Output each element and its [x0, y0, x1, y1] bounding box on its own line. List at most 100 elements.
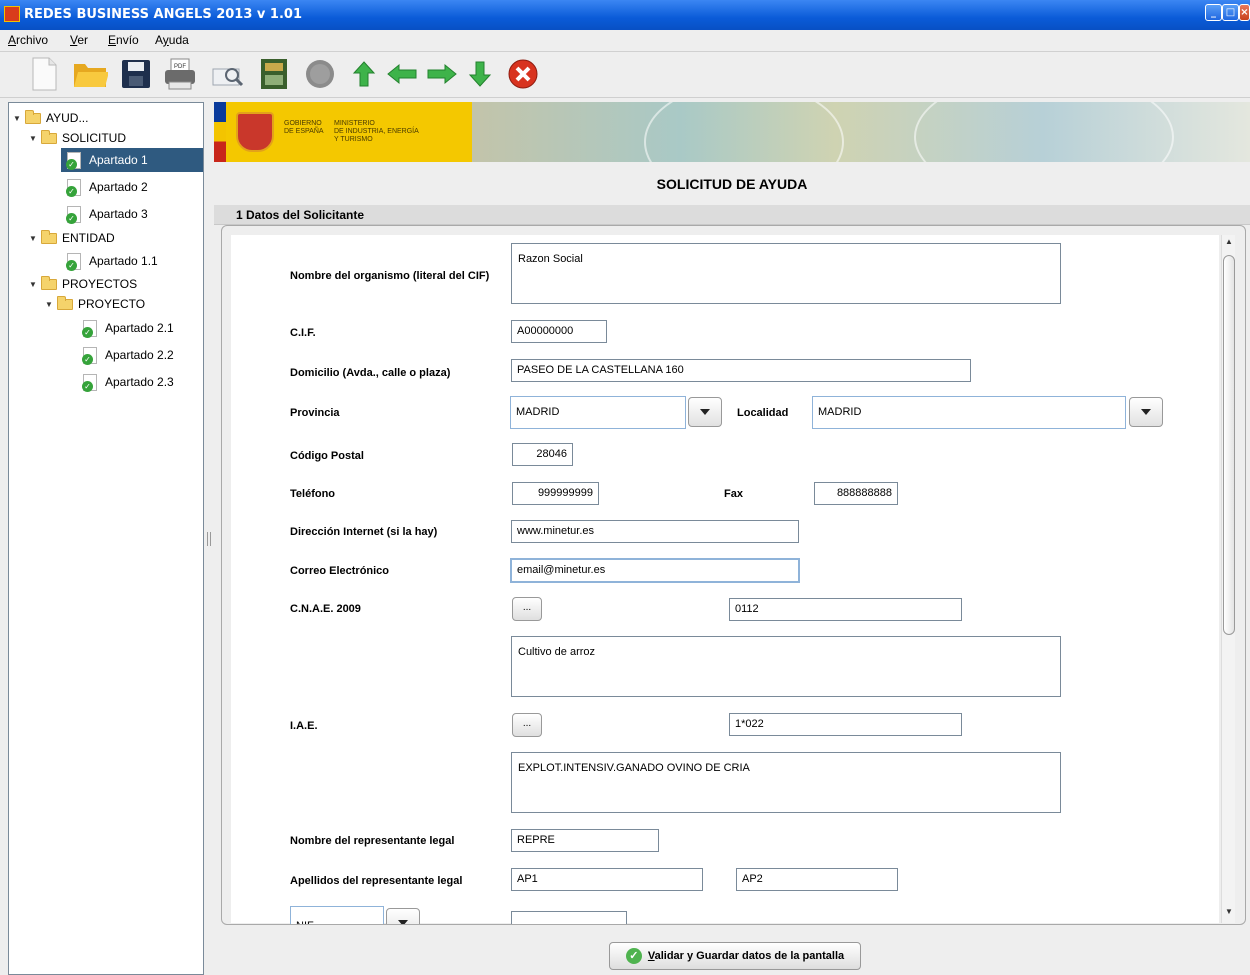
check-circle-icon: ✓	[625, 948, 642, 964]
svg-text:PDF: PDF	[174, 64, 186, 70]
label-nombre-organismo: Nombre del organismo (literal del CIF)	[290, 270, 490, 282]
localidad-dropdown-button[interactable]	[1129, 397, 1163, 427]
banner-decoration	[644, 102, 844, 162]
cnae-browse-button[interactable]: ...	[512, 597, 542, 621]
apellido1-field[interactable]: AP1	[511, 868, 703, 891]
stamp-icon[interactable]	[302, 56, 338, 92]
down-arrow-icon[interactable]	[462, 56, 498, 92]
telefono-field[interactable]: 999999999	[512, 482, 599, 505]
tipo-documento-select[interactable]: NIF	[290, 906, 384, 924]
cnae-code-field[interactable]: 0112	[729, 598, 962, 621]
provincia-select[interactable]: MADRID	[510, 396, 686, 429]
document-check-icon: ✓	[82, 373, 97, 392]
validar-guardar-button[interactable]: ✓ Validar y Guardar datos de la pantalla	[609, 942, 861, 970]
tree-node-label: PROYECTOS	[62, 277, 138, 291]
tree-node-apartado-1-1[interactable]: ✓ Apartado 1.1	[66, 250, 158, 272]
minimize-button[interactable]: _	[1205, 4, 1222, 21]
document-check-icon: ✓	[66, 205, 81, 224]
tree-node-label: AYUD...	[46, 111, 89, 125]
label-localidad: Localidad	[737, 407, 789, 419]
expand-toggle-icon[interactable]: ▼	[29, 280, 39, 289]
label-direccion-internet: Dirección Internet (si la hay)	[290, 526, 438, 538]
form-panel: Nombre del organismo (literal del CIF) R…	[221, 225, 1246, 925]
iae-description-field[interactable]: EXPLOT.INTENSIV.GANADO OVINO DE CRIA	[511, 752, 1061, 813]
provincia-dropdown-button[interactable]	[688, 397, 722, 427]
print-pdf-icon[interactable]: PDF	[162, 56, 198, 92]
coat-of-arms-icon	[236, 112, 274, 152]
nombre-organismo-field[interactable]: Razon Social	[511, 243, 1061, 304]
vertical-scrollbar[interactable]: ▲ ▼	[1221, 235, 1235, 923]
new-document-icon[interactable]	[26, 56, 62, 92]
tree-node-apartado-1[interactable]: ✓ Apartado 1	[61, 148, 203, 172]
direccion-internet-field[interactable]: www.minetur.es	[511, 520, 799, 543]
left-arrow-icon[interactable]	[384, 56, 420, 92]
scroll-down-arrow-icon[interactable]: ▼	[1224, 907, 1234, 916]
menu-ver[interactable]: Ver	[70, 33, 88, 47]
expand-toggle-icon[interactable]: ▼	[29, 134, 39, 143]
folder-icon	[25, 109, 41, 124]
documento-numero-field[interactable]	[511, 911, 627, 924]
tree-node-label: ENTIDAD	[62, 231, 115, 245]
splitter-handle[interactable]	[204, 102, 214, 975]
window-title: REDES BUSINESS ANGELS 2013 v 1.01	[24, 7, 302, 22]
tree-node-label: Apartado 3	[89, 207, 148, 221]
tree-node-entidad[interactable]: ▼ ENTIDAD	[29, 227, 115, 249]
save-disk-icon[interactable]	[118, 56, 154, 92]
book-icon[interactable]	[256, 56, 292, 92]
codigo-postal-field[interactable]: 28046	[512, 443, 573, 466]
nombre-representante-field[interactable]: REPRE	[511, 829, 659, 852]
tree-node-apartado-2-1[interactable]: ✓ Apartado 2.1	[82, 317, 174, 339]
scrollbar-thumb[interactable]	[1223, 255, 1235, 635]
apellido2-field[interactable]: AP2	[736, 868, 898, 891]
page-title: SOLICITUD DE AYUDA	[656, 176, 808, 192]
tree-node-apartado-2-2[interactable]: ✓ Apartado 2.2	[82, 344, 174, 366]
label-apellidos-representante: Apellidos del representante legal	[290, 875, 463, 887]
expand-toggle-icon[interactable]: ▼	[29, 234, 39, 243]
cnae-description-field[interactable]: Cultivo de arroz	[511, 636, 1061, 697]
tree-node-proyectos[interactable]: ▼ PROYECTOS	[29, 273, 137, 295]
close-circle-icon[interactable]	[505, 56, 541, 92]
expand-toggle-icon[interactable]: ▼	[45, 300, 55, 309]
gov-name: GOBIERNO DE ESPAÑA	[284, 120, 324, 135]
tree-node-label: SOLICITUD	[62, 131, 127, 145]
tree-node-label: Apartado 2.1	[105, 321, 174, 335]
chevron-down-icon	[700, 409, 710, 415]
tree-node-proyecto[interactable]: ▼ PROYECTO	[45, 293, 145, 315]
menu-archivo[interactable]: Archivo	[8, 33, 48, 47]
label-provincia: Provincia	[290, 407, 340, 419]
localidad-select[interactable]: MADRID	[812, 396, 1126, 429]
open-folder-icon[interactable]	[72, 56, 108, 92]
form-scroll-area: Nombre del organismo (literal del CIF) R…	[231, 235, 1219, 924]
label-telefono: Teléfono	[290, 488, 336, 500]
maximize-button[interactable]: □	[1222, 4, 1239, 21]
domicilio-field[interactable]: PASEO DE LA CASTELLANA 160	[511, 359, 971, 382]
menu-ayuda[interactable]: Ayuda	[155, 33, 189, 47]
tree-node-solicitud[interactable]: ▼ SOLICITUD	[29, 127, 126, 149]
iae-code-field[interactable]: 1*022	[729, 713, 962, 736]
tree-node-ayud[interactable]: ▼ AYUD...	[13, 107, 88, 129]
expand-toggle-icon[interactable]: ▼	[13, 114, 23, 123]
tree-node-apartado-3[interactable]: ✓ Apartado 3	[66, 203, 148, 225]
chevron-down-icon	[398, 920, 408, 924]
document-check-icon: ✓	[66, 252, 81, 271]
title-bar: REDES BUSINESS ANGELS 2013 v 1.01 _ □ ×	[0, 0, 1250, 30]
iae-browse-button[interactable]: ...	[512, 713, 542, 737]
banner-decoration	[914, 102, 1174, 162]
tree-node-label: Apartado 2.3	[105, 375, 174, 389]
tree-node-apartado-2-3[interactable]: ✓ Apartado 2.3	[82, 371, 174, 393]
correo-electronico-field[interactable]: email@minetur.es	[510, 558, 800, 583]
preview-magnifier-icon[interactable]	[210, 56, 246, 92]
scroll-up-arrow-icon[interactable]: ▲	[1224, 237, 1234, 246]
menu-envio[interactable]: Envío	[108, 33, 139, 47]
label-cif: C.I.F.	[290, 327, 316, 339]
tree-node-label: PROYECTO	[78, 297, 146, 311]
fax-field[interactable]: 888888888	[814, 482, 898, 505]
up-arrow-icon[interactable]	[346, 56, 382, 92]
document-check-icon: ✓	[66, 151, 81, 170]
tipo-documento-dropdown-button[interactable]	[386, 908, 420, 924]
tree-node-apartado-2[interactable]: ✓ Apartado 2	[66, 176, 148, 198]
folder-icon	[57, 295, 73, 310]
right-arrow-icon[interactable]	[424, 56, 460, 92]
close-window-button[interactable]: ×	[1239, 4, 1250, 21]
cif-field[interactable]: A00000000	[511, 320, 607, 343]
